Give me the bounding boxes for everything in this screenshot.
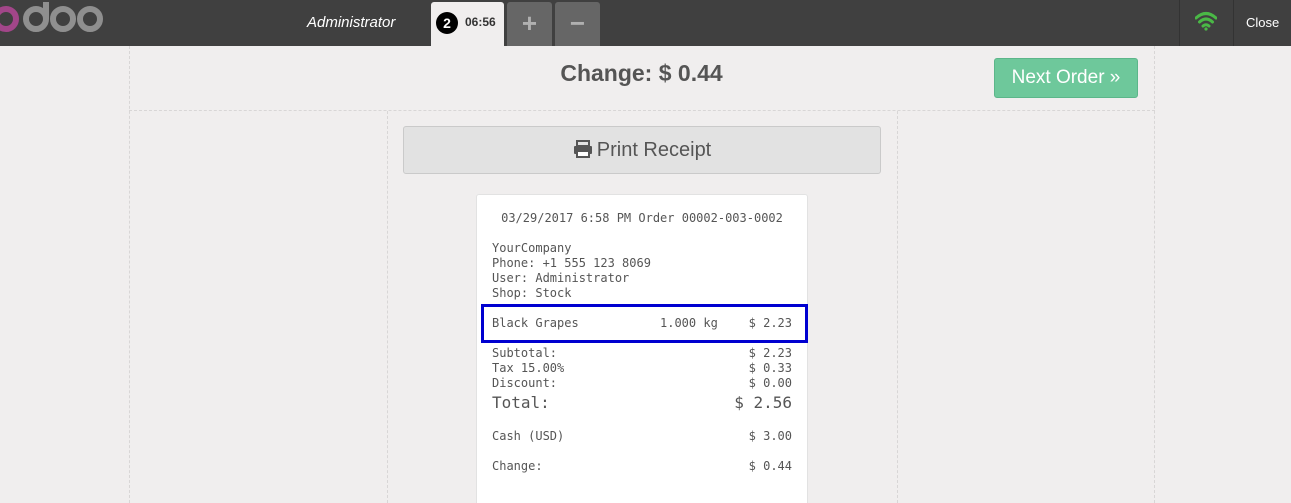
print-receipt-label: Print Receipt [596, 139, 712, 161]
receipt-subtotal: Subtotal: $ 2.23 [492, 346, 792, 361]
receipt-user: User: Administrator [492, 271, 630, 285]
subtotal-value: $ 2.23 [748, 346, 792, 360]
print-receipt-button[interactable]: Print Receipt [403, 126, 881, 174]
next-order-button[interactable]: Next Order » [994, 58, 1138, 98]
tax-value: $ 0.33 [748, 361, 792, 375]
receipt-company: YourCompany [492, 241, 572, 255]
order-time: 06:56 [465, 15, 496, 29]
current-user[interactable]: Administrator [307, 14, 395, 31]
pos-topbar: Administrator 2 06:56 + − Close [0, 0, 1291, 46]
pos-receipt: 03/29/2017 6:58 PM Order 00002-003-0002 … [476, 194, 808, 503]
receipt-change: Change: $ 0.44 [492, 459, 792, 474]
receipt-cash: Cash (USD) $ 3.00 [492, 429, 792, 444]
discount-value: $ 0.00 [748, 376, 792, 390]
cash-value: $ 3.00 [748, 429, 792, 443]
receipt-tax: Tax 15.00% $ 0.33 [492, 361, 792, 376]
connection-status[interactable] [1179, 0, 1233, 46]
order-number-badge: 2 [436, 12, 458, 34]
receipt-total: Total: $ 2.56 [492, 393, 792, 413]
minus-icon: − [569, 8, 586, 38]
discount-label: Discount: [492, 376, 558, 390]
close-label: Close [1246, 15, 1280, 30]
subtotal-label: Subtotal: [492, 346, 558, 360]
total-label: Total: [492, 393, 550, 412]
cash-label: Cash (USD) [492, 429, 565, 443]
total-value: $ 2.56 [734, 393, 792, 412]
change-value: $ 0.44 [748, 459, 792, 473]
tax-label: Tax 15.00% [492, 361, 565, 375]
printer-icon [573, 140, 592, 158]
order-tab-active[interactable]: 2 06:56 [431, 2, 504, 46]
receipt-discount: Discount: $ 0.00 [492, 376, 792, 391]
add-order-button[interactable]: + [507, 2, 552, 46]
odoo-logo [0, 2, 103, 32]
receipt-phone: Phone: +1 555 123 8069 [492, 256, 651, 270]
plus-icon: + [521, 8, 538, 38]
wifi-icon [1195, 12, 1217, 31]
orderline-highlight-box [481, 304, 808, 343]
close-button[interactable]: Close [1233, 0, 1291, 46]
remove-order-button[interactable]: − [555, 2, 600, 46]
receipt-shop: Shop: Stock [492, 286, 572, 300]
receipt-header-line: 03/29/2017 6:58 PM Order 00002-003-0002 [501, 211, 783, 225]
change-label: Change: [492, 459, 543, 473]
